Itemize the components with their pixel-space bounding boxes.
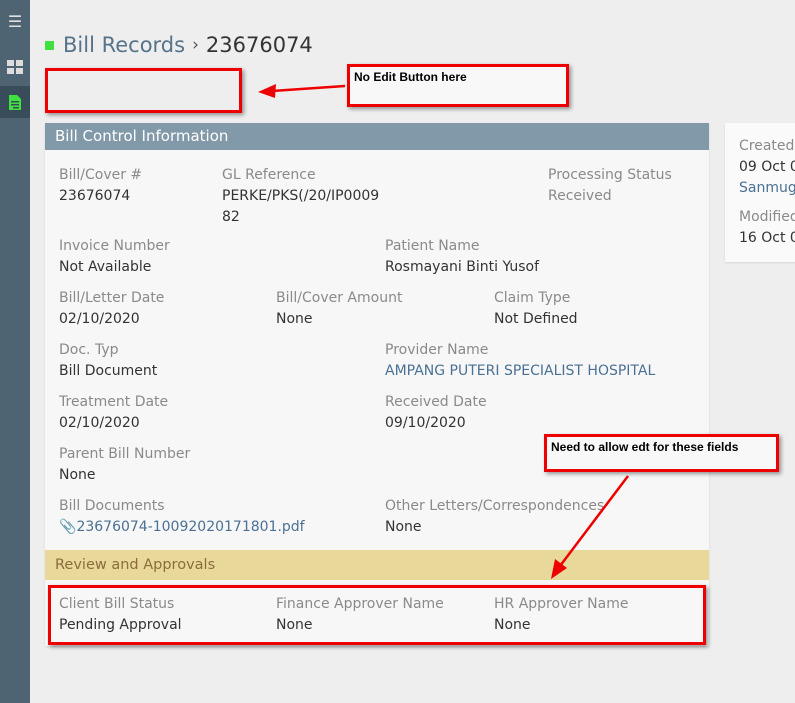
annotation-note-1: No Edit Button here — [347, 64, 569, 107]
breadcrumb-separator: › — [192, 35, 199, 55]
label: Bill/Cover # — [59, 167, 143, 183]
field-treatment-date: Treatment Date 02/10/2020 — [59, 392, 168, 434]
panel-title: Bill Control Information — [45, 123, 709, 150]
label: Treatment Date — [59, 394, 169, 410]
document-icon[interactable] — [0, 86, 30, 118]
field-bill-date: Bill/Letter Date 02/10/2020 — [59, 288, 164, 330]
field-provider-name: Provider Name AMPANG PUTERI SPECIALIST HO… — [385, 340, 655, 382]
value: Not Defined — [494, 311, 578, 327]
value: 02/10/2020 — [59, 415, 140, 431]
annotation-box-review — [48, 585, 706, 645]
label: Bill/Cover Amount — [276, 290, 403, 306]
field-patient-name: Patient Name Rosmayani Binti Yusof — [385, 236, 539, 278]
field-parent-bill: Parent Bill Number None — [59, 444, 190, 486]
label: Processing Status — [548, 167, 672, 183]
value: None — [276, 311, 313, 327]
sidebar: ☰ — [0, 0, 30, 703]
value: None — [385, 519, 422, 535]
value: 16 Oct 06 — [739, 230, 795, 246]
value: 23676074 — [59, 188, 131, 204]
field-invoice-number: Invoice Number Not Available — [59, 236, 170, 278]
label: GL Reference — [222, 167, 316, 183]
value: 09/10/2020 — [385, 415, 466, 431]
value: PERKE/PKS(/20/IP0009 — [222, 188, 380, 204]
label: Bill/Letter Date — [59, 290, 165, 306]
created-info: Created 09 Oct 07 Sanmuga — [739, 136, 795, 199]
label: Created — [739, 138, 795, 154]
breadcrumb: Bill Records › 23676074 — [45, 33, 313, 57]
field-claim-type: Claim Type Not Defined — [494, 288, 578, 330]
field-doc-type: Doc. Typ Bill Document — [59, 340, 157, 382]
label: Received Date — [385, 394, 487, 410]
label: Bill Documents — [59, 498, 165, 514]
document-filename[interactable]: 23676074-10092020171801.pdf — [76, 519, 304, 535]
value: Rosmayani Binti Yusof — [385, 259, 540, 275]
field-processing-status: Processing Status Received — [548, 165, 672, 207]
label: Modified — [739, 209, 795, 225]
label: Invoice Number — [59, 238, 170, 254]
menu-icon[interactable]: ☰ — [0, 5, 30, 37]
label: Other Letters/Correspondences — [385, 498, 605, 514]
review-approvals-header: Review and Approvals — [45, 550, 709, 580]
status-square-icon — [45, 40, 54, 50]
label: Parent Bill Number — [59, 446, 191, 462]
field-received-date: Received Date 09/10/2020 — [385, 392, 487, 434]
label: Patient Name — [385, 238, 480, 254]
label: Provider Name — [385, 342, 489, 358]
bill-control-panel: Bill Control Information Bill/Cover # 236… — [45, 123, 709, 646]
value: Bill Document — [59, 363, 158, 379]
label: Doc. Typ — [59, 342, 119, 358]
value: None — [59, 467, 96, 483]
field-bill-cover: Bill/Cover # 23676074 — [59, 165, 142, 207]
field-bill-amount: Bill/Cover Amount None — [276, 288, 402, 330]
value: Not Available — [59, 259, 152, 275]
value-cont: 82 — [222, 209, 240, 225]
document-link[interactable]: 📎23676074-10092020171801.pdf — [59, 517, 305, 538]
modified-info: Modified 16 Oct 06 — [739, 207, 795, 249]
annotation-box-edit — [45, 68, 242, 113]
value: 02/10/2020 — [59, 311, 140, 327]
breadcrumb-current: 23676074 — [205, 33, 313, 57]
paperclip-icon: 📎 — [59, 519, 77, 535]
field-gl-reference: GL Reference PERKE/PKS(/20/IP0009 82 — [222, 165, 379, 228]
value: 09 Oct 07 — [739, 159, 795, 175]
field-bill-documents: Bill Documents 📎23676074-10092020171801.p… — [59, 496, 305, 538]
provider-link[interactable]: AMPANG PUTERI SPECIALIST HOSPITAL — [385, 361, 655, 382]
dashboard-icon[interactable] — [0, 51, 30, 83]
annotation-note-2: Need to allow edt for these fields — [544, 434, 779, 472]
field-other-letters: Other Letters/Correspondences None — [385, 496, 604, 538]
label: Claim Type — [494, 290, 571, 306]
breadcrumb-bill-records[interactable]: Bill Records — [63, 33, 185, 57]
meta-card: Created 09 Oct 07 Sanmuga Modified 16 Oct 0… — [725, 123, 795, 262]
value: Received — [548, 188, 612, 204]
created-by: Sanmuga — [739, 180, 795, 196]
